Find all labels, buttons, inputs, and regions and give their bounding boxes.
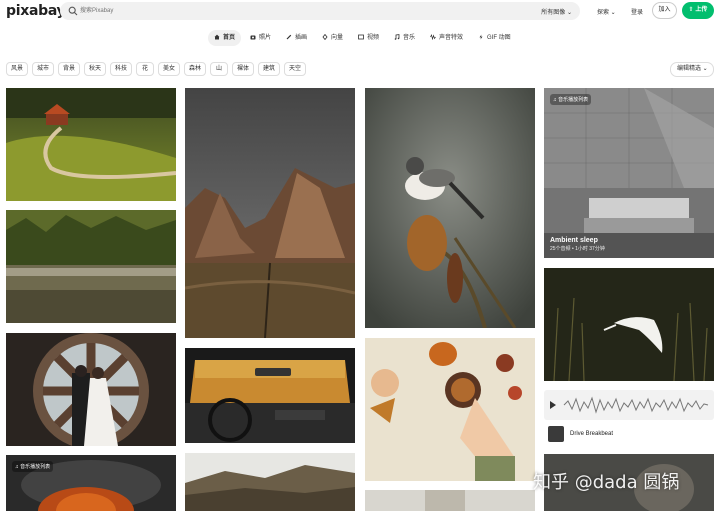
tab-photos[interactable]: 照片 (244, 30, 277, 46)
waveform-icon (550, 396, 709, 414)
tag-chip[interactable]: 森林 (184, 62, 206, 76)
photo-car-interior[interactable] (185, 348, 355, 443)
brush-icon (286, 34, 292, 40)
gif-icon (479, 34, 483, 40)
tag-chip[interactable]: 花 (136, 62, 154, 76)
illustration-autumn-tea[interactable] (365, 338, 535, 481)
tab-label: 插画 (295, 35, 308, 41)
tab-home[interactable]: 首页 (208, 30, 242, 46)
photo-wedding-couple[interactable] (6, 333, 176, 446)
tag-chip[interactable]: 风景 (6, 62, 28, 76)
tab-gif[interactable]: GIF 动图 (472, 30, 517, 46)
tag-chip-row: 风景 城市 背景 秋天 科技 花 美女 森林 山 裸体 建筑 天空 (0, 62, 720, 78)
play-icon (550, 401, 556, 409)
tag-chip[interactable]: 背景 (58, 62, 80, 76)
watermark-text: 知乎 @dada 圆锅 (533, 472, 680, 493)
tab-label: GIF 动图 (487, 35, 511, 41)
image-type-filter[interactable]: 所有图像 ⌄ (541, 7, 572, 16)
photo-egret-flight[interactable] (544, 268, 714, 381)
tab-vectors[interactable]: 向量 (316, 30, 349, 46)
music-playlist-badge: ♫ 音乐播放列表 (550, 94, 592, 105)
tab-illustrations[interactable]: 插画 (280, 30, 313, 46)
tab-label: 声音特效 (439, 35, 464, 41)
audio-track-card[interactable]: Drive Breakbeat (544, 390, 714, 446)
tab-videos[interactable]: 视频 (352, 30, 385, 46)
photo-hillside-cabin[interactable] (6, 88, 176, 201)
tag-chip[interactable]: 科技 (110, 62, 132, 76)
tab-label: 首页 (223, 35, 236, 41)
tag-chip[interactable]: 秋天 (84, 62, 106, 76)
tab-label: 向量 (331, 35, 344, 41)
waveform-icon (430, 34, 436, 40)
film-icon (358, 34, 364, 40)
photo-misty-lake[interactable] (6, 210, 176, 323)
playlist-card-ambient-sleep[interactable]: ♫ 音乐播放列表 Ambient sleep 25个音频 • 1小时 37分钟 (544, 88, 714, 258)
join-button[interactable]: 加入 (652, 2, 677, 19)
track-cover (548, 426, 564, 442)
search-input[interactable] (80, 4, 480, 18)
explore-menu[interactable]: 探索 ⌄ (597, 7, 616, 16)
playlist-meta: 25个音频 • 1小时 37分钟 (550, 246, 605, 252)
playlist-title: Ambient sleep (550, 237, 598, 244)
login-link[interactable]: 登录 (631, 7, 643, 16)
tab-label: 照片 (259, 35, 272, 41)
search-bar[interactable]: 所有图像 ⌄ (60, 2, 580, 20)
pen-icon (322, 34, 328, 40)
tag-chip[interactable]: 山 (210, 62, 228, 76)
tab-label: 视频 (367, 35, 380, 41)
home-icon (214, 34, 220, 40)
pixabay-logo[interactable]: pixabay (6, 3, 66, 19)
tag-chip[interactable]: 天空 (284, 62, 306, 76)
tab-music[interactable]: 音乐 (388, 30, 421, 46)
tab-sound-effects[interactable]: 声音特效 (424, 30, 469, 46)
upload-button[interactable]: ⇧ 上传 (682, 2, 714, 19)
camera-icon (250, 35, 256, 40)
track-title: Drive Breakbeat (570, 431, 614, 437)
media-type-tabs: 首页 照片 插画 向量 视频 音乐 声音特效 GIF 动图 (0, 30, 720, 46)
tag-chip[interactable]: 建筑 (258, 62, 280, 76)
photo-cliff-landscape[interactable] (185, 453, 355, 511)
search-icon (68, 6, 78, 16)
tab-label: 音乐 (403, 35, 416, 41)
music-icon (394, 34, 400, 40)
photo-bird-on-flower[interactable] (365, 88, 535, 328)
photo-partial-bottom[interactable] (365, 490, 535, 511)
tag-chip[interactable]: 美女 (158, 62, 180, 76)
tag-chip[interactable]: 裸体 (232, 62, 254, 76)
waveform-preview[interactable] (544, 390, 714, 420)
photo-rocky-peaks[interactable] (185, 88, 355, 338)
playlist-card-pumpkin[interactable]: ♫ 音乐播放列表 (6, 455, 176, 511)
music-playlist-badge: ♫ 音乐播放列表 (12, 461, 54, 472)
tag-chip[interactable]: 城市 (32, 62, 54, 76)
sort-dropdown[interactable]: 编辑精选 ⌄ (670, 62, 714, 77)
top-header: pixabay 所有图像 ⌄ 探索 ⌄ 登录 加入 ⇧ 上传 (0, 0, 720, 22)
